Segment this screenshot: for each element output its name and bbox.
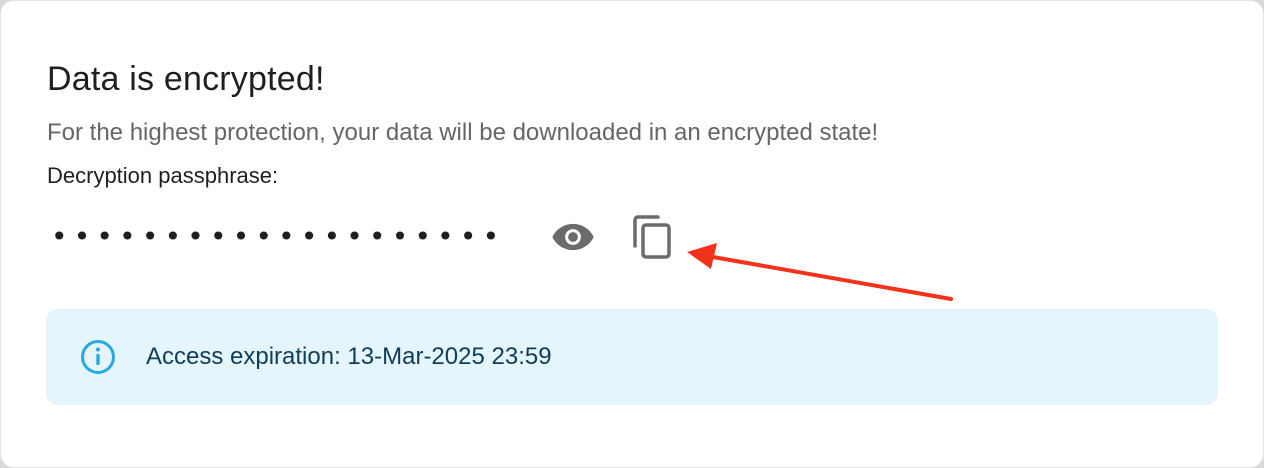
annotation-arrow	[687, 243, 953, 301]
access-expiration-text: Access expiration: 13-Mar-2025 23:59	[146, 343, 552, 370]
passphrase-row: ••••••••••••••••••••	[47, 211, 707, 263]
dialog-title: Data is encrypted!	[47, 60, 325, 98]
access-expiration-banner: Access expiration: 13-Mar-2025 23:59	[46, 309, 1218, 405]
copy-icon	[633, 215, 671, 259]
show-passphrase-button[interactable]	[547, 213, 599, 261]
eye-icon	[552, 223, 594, 251]
encryption-dialog: Data is encrypted! For the highest prote…	[0, 0, 1264, 468]
dialog-subtitle: For the highest protection, your data wi…	[47, 119, 879, 146]
info-icon	[81, 340, 115, 374]
copy-passphrase-button[interactable]	[627, 211, 679, 263]
passphrase-label: Decryption passphrase:	[47, 163, 279, 188]
passphrase-masked-value: ••••••••••••••••••••	[51, 220, 506, 253]
